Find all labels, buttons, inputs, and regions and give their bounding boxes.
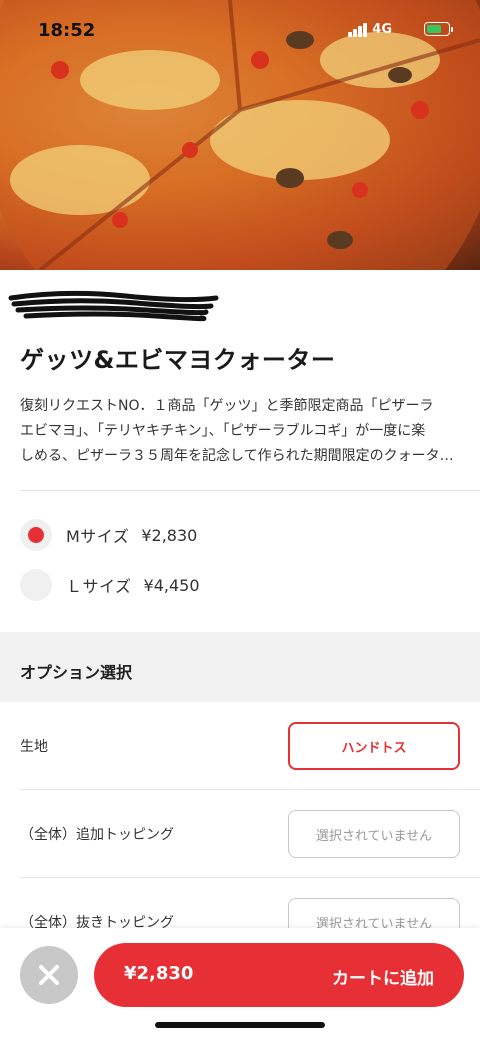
size-price: ¥2,830: [141, 525, 198, 545]
description-line: しめる、ピザーラ３５周年を記念して作られた期間限定のクォータ…: [20, 448, 454, 464]
signal-icon: [348, 23, 368, 37]
size-price: ¥4,450: [143, 575, 200, 595]
product-title: ゲッツ&エビマヨクォーター: [20, 346, 336, 374]
network-label: 4G: [372, 22, 392, 37]
product-image: 18:52 4G: [0, 0, 480, 270]
size-label: Mサイズ: [66, 527, 130, 546]
option-row-crust: 生地 ハンドトス: [0, 702, 480, 790]
size-option-m[interactable]: Mサイズ ¥2,830: [20, 519, 197, 551]
options-heading: オプション選択: [20, 663, 133, 682]
size-label: Ｌサイズ: [66, 577, 132, 596]
option-label: （全体）追加トッピング: [20, 827, 174, 843]
add-topping-select-button[interactable]: 選択されていません: [288, 810, 460, 858]
description-line: 復刻リクエストNO．１商品「ゲッツ」と季節限定商品「ピザーラ: [20, 398, 434, 414]
radio-selected-icon[interactable]: [20, 519, 52, 551]
size-option-l[interactable]: Ｌサイズ ¥4,450: [20, 569, 200, 601]
add-to-cart-label: カートに追加: [332, 969, 434, 989]
add-to-cart-button[interactable]: ¥2,830 カートに追加: [94, 943, 464, 1007]
product-description: 復刻リクエストNO．１商品「ゲッツ」と季節限定商品「ピザーラ エビマヨ」、「テリ…: [20, 394, 460, 469]
divider: [20, 490, 480, 491]
cart-price: ¥2,830: [124, 963, 194, 984]
close-button[interactable]: [20, 946, 78, 1004]
option-label: 生地: [20, 739, 48, 755]
status-time: 18:52: [38, 20, 96, 41]
description-line: エビマヨ」、「テリヤキチキン」、「ピザーラブルコギ」が一度に楽: [20, 423, 426, 439]
battery-icon: [424, 22, 453, 36]
redacted-scribble: [8, 290, 219, 322]
close-icon: [39, 965, 59, 985]
crust-select-button[interactable]: ハンドトス: [288, 722, 460, 770]
options-section-header: オプション選択: [0, 632, 480, 702]
radio-unselected-icon[interactable]: [20, 569, 52, 601]
home-indicator[interactable]: [155, 1022, 325, 1028]
status-bar: 18:52 4G: [0, 0, 480, 44]
option-row-add-topping: （全体）追加トッピング 選択されていません: [0, 790, 480, 878]
